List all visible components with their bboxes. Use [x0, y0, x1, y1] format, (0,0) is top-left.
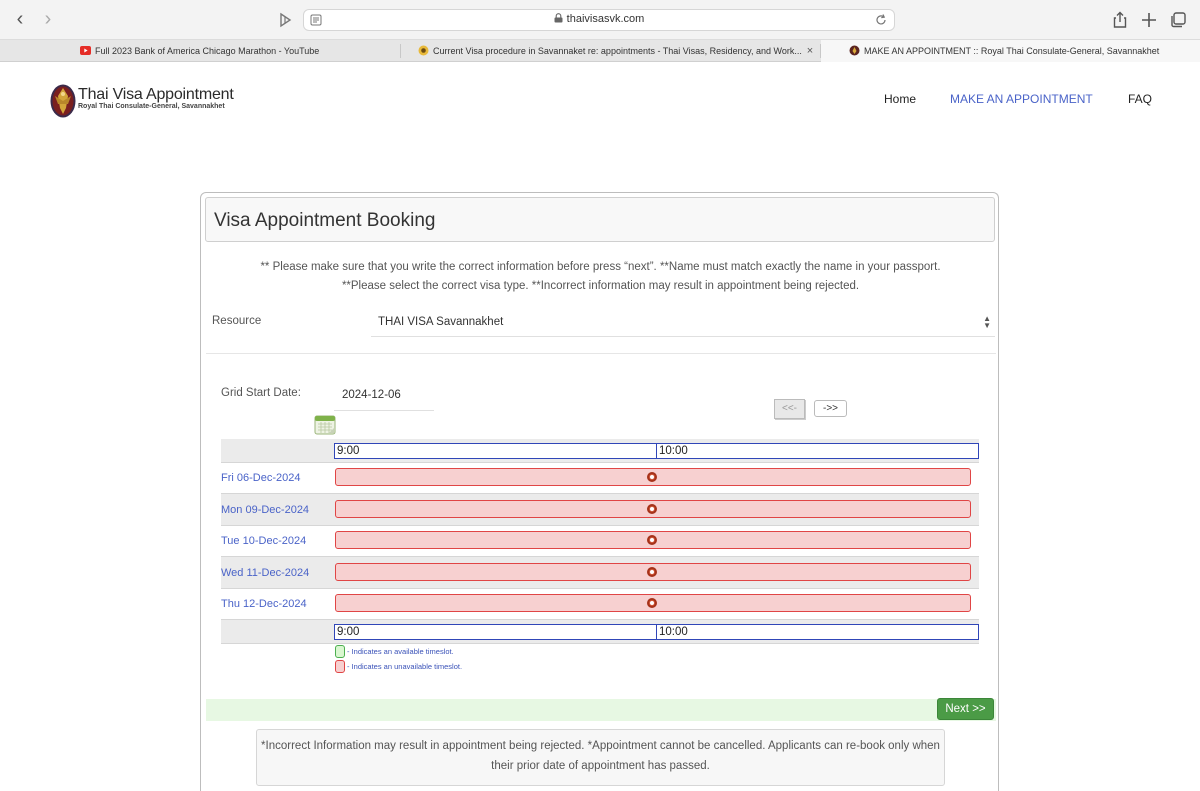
table-row: Wed 11-Dec-2024 [221, 557, 979, 589]
share-icon[interactable] [1110, 10, 1130, 30]
timeslot-unavailable[interactable] [335, 563, 971, 581]
resource-selected-value: THAI VISA Savannakhet [378, 316, 504, 328]
forum-favicon-icon [418, 45, 429, 56]
available-swatch-icon [335, 645, 345, 658]
url-text: thaivisasvk.com [566, 13, 645, 25]
notice-line-1: ** Please make sure that you write the c… [260, 261, 941, 273]
date-link[interactable]: Tue 10-Dec-2024 [221, 535, 306, 547]
table-row: Mon 09-Dec-2024 [221, 494, 979, 526]
page-title: Visa Appointment Booking [214, 210, 436, 231]
tab-make-appointment[interactable]: MAKE AN APPOINTMENT :: Royal Thai Consul… [821, 40, 1200, 62]
time-header-row: 9:00 10:00 [221, 439, 979, 463]
reader-icon[interactable] [276, 10, 296, 30]
unavailable-dot-icon [647, 535, 657, 545]
unavailable-dot-icon [647, 567, 657, 577]
time-header-cell: 9:00 [334, 443, 657, 459]
unavailable-dot-icon [647, 598, 657, 608]
grid-start-date-value: 2024-12-06 [342, 389, 401, 401]
forward-icon[interactable]: › [37, 9, 59, 31]
timeslot-unavailable[interactable] [335, 594, 971, 612]
lock-icon [554, 13, 563, 23]
site-logo-subtitle: Royal Thai Consulate-General, Savannakhe… [78, 103, 225, 110]
menu-faq[interactable]: FAQ [1128, 92, 1152, 106]
date-link[interactable]: Fri 06-Dec-2024 [221, 472, 300, 484]
table-row: Tue 10-Dec-2024 [221, 526, 979, 557]
table-row: Fri 06-Dec-2024 [221, 463, 979, 494]
booking-panel: Visa Appointment Booking ** Please make … [200, 192, 999, 791]
new-tab-icon[interactable] [1139, 10, 1159, 30]
back-icon[interactable]: ‹ [9, 9, 31, 31]
tab-thaivisa-forum[interactable]: Current Visa procedure in Savannaket re:… [401, 40, 819, 62]
divider [206, 353, 996, 354]
time-header-cell: 10:00 [656, 443, 979, 459]
next-button[interactable]: Next >> [937, 698, 994, 720]
time-footer-row: 9:00 10:00 [221, 620, 979, 644]
tab-title: Full 2023 Bank of America Chicago Marath… [95, 46, 320, 56]
tab-title: Current Visa procedure in Savannaket re:… [433, 46, 802, 56]
tab-youtube[interactable]: Full 2023 Bank of America Chicago Marath… [0, 40, 400, 62]
date-link[interactable]: Wed 11-Dec-2024 [221, 567, 309, 579]
timeslot-unavailable[interactable] [335, 468, 971, 486]
reload-icon[interactable] [874, 13, 888, 27]
tab-close-icon[interactable]: × [801, 40, 819, 62]
tab-bar: Full 2023 Bank of America Chicago Marath… [0, 40, 1200, 62]
grid-start-date-label: Grid Start Date: [221, 387, 301, 399]
browser-toolbar: ‹ › thaivisasvk.com [0, 0, 1200, 40]
timeslot-unavailable[interactable] [335, 531, 971, 549]
legend-available-text: - Indicates an available timeslot. [347, 647, 454, 656]
resource-label: Resource [212, 315, 262, 327]
time-footer-cell: 9:00 [334, 624, 657, 640]
site-logo-title[interactable]: Thai Visa Appointment [78, 86, 234, 104]
calendar-icon[interactable] [314, 413, 336, 435]
tab-title: MAKE AN APPOINTMENT :: Royal Thai Consul… [864, 46, 1160, 56]
date-link[interactable]: Mon 09-Dec-2024 [221, 504, 309, 516]
next-week-button[interactable]: ->> [814, 400, 847, 417]
unavailable-swatch-icon [335, 660, 345, 673]
panel-header: Visa Appointment Booking [205, 197, 995, 242]
consulate-favicon-icon [849, 45, 860, 56]
menu-make-appointment[interactable]: MAKE AN APPOINTMENT [950, 92, 1093, 106]
date-link[interactable]: Thu 12-Dec-2024 [221, 598, 307, 610]
resource-select[interactable]: THAI VISA Savannakhet ▲ ▼ [371, 309, 995, 337]
footer-note: *Incorrect Information may result in app… [256, 729, 945, 786]
unavailable-dot-icon [647, 504, 657, 514]
url-display: thaivisasvk.com [304, 13, 894, 25]
legend-unavailable-text: - Indicates an unavailable timeslot. [347, 662, 463, 671]
tab-overview-icon[interactable] [1168, 10, 1188, 30]
grid-start-date-input[interactable]: 2024-12-06 [334, 381, 434, 411]
unavailable-dot-icon [647, 472, 657, 482]
youtube-icon [80, 46, 91, 55]
prev-week-button[interactable]: <<- [774, 399, 805, 419]
table-row: Thu 12-Dec-2024 [221, 589, 979, 620]
timeslot-unavailable[interactable] [335, 500, 971, 518]
notice-line-2: **Please select the correct visa type. *… [341, 280, 860, 292]
select-arrows-icon: ▲ ▼ [983, 314, 991, 330]
address-bar[interactable]: thaivisasvk.com [303, 9, 895, 31]
next-bar [206, 699, 996, 721]
time-footer-cell: 10:00 [656, 624, 979, 640]
consulate-emblem-icon[interactable] [50, 84, 76, 118]
menu-home[interactable]: Home [884, 92, 916, 106]
